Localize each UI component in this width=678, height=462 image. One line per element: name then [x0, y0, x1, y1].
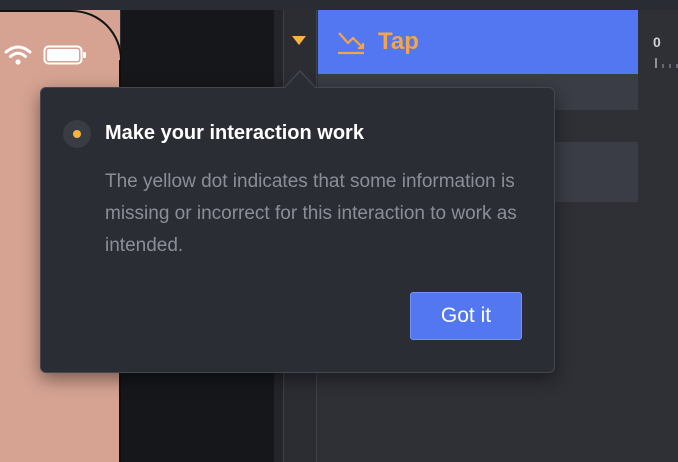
yellow-dot-icon	[63, 120, 91, 148]
tap-label: Tap	[378, 28, 419, 55]
wifi-icon	[4, 45, 32, 65]
warning-toggle-icon[interactable]	[292, 36, 306, 45]
dot	[73, 130, 81, 138]
battery-icon	[43, 45, 86, 65]
onboarding-popover: Make your interaction work The yellow do…	[40, 87, 555, 373]
tap-gesture-icon	[338, 32, 365, 55]
got-it-button[interactable]: Got it	[410, 292, 522, 340]
popover-body: The yellow dot indicates that some infor…	[105, 171, 517, 256]
ruler-ticks	[655, 58, 678, 68]
tap-interaction-block[interactable]: Tap	[318, 10, 638, 74]
top-strip	[0, 0, 678, 10]
popover-title: Make your interaction work	[105, 122, 364, 144]
ruler-value: 0	[653, 34, 661, 50]
popover-arrow-fill	[284, 72, 316, 89]
